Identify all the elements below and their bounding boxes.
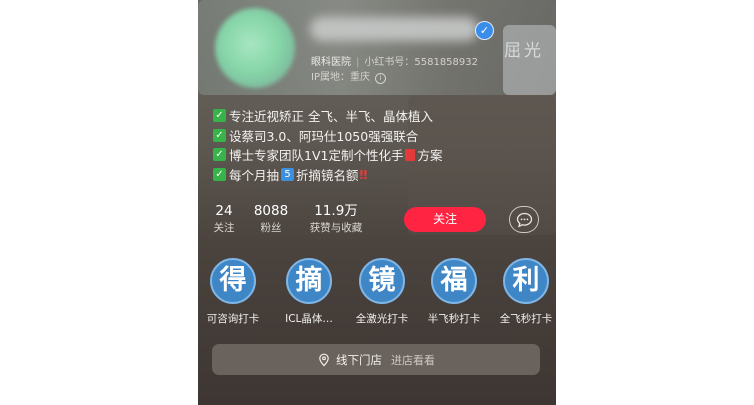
red-book-emoji-icon <box>405 148 416 161</box>
chat-bubble-icon <box>516 212 533 228</box>
bio-text: 方案 <box>417 148 443 164</box>
location-pin-icon <box>319 353 329 366</box>
category-label: 眼科医院 <box>311 57 351 68</box>
stat-label: 粉丝 <box>260 222 282 234</box>
avatar[interactable] <box>215 8 295 88</box>
keycap-five-emoji-icon: 5 <box>281 167 295 181</box>
store-subtitle: 进店看看 <box>391 353 435 367</box>
stat-label: 获赞与收藏 <box>309 222 363 234</box>
ip-location: IP属地：重庆 i <box>311 68 386 84</box>
collection-tile[interactable]: 得 可咨询打卡 <box>202 258 264 326</box>
collection-cover: 福 <box>431 258 477 304</box>
stat-likes-and-saves[interactable]: 11.9万 获赞与收藏 <box>303 202 369 236</box>
stat-value: 24 <box>215 203 233 219</box>
double-exclamation-emoji-icon: ‼ <box>359 166 368 182</box>
offline-store-bar[interactable]: 线下门店 进店看看 <box>212 344 540 375</box>
bio-text: 每个月抽 <box>229 167 280 183</box>
bio-text: 博士专家团队1V1定制个性化手 <box>229 148 404 164</box>
bio: ✓ 专注近视矫正 全飞、半飞、晶体植入 ✓ 设蔡司3.0、阿玛仕1050强强联合 ✓… <box>213 106 543 184</box>
collection-cover: 得 <box>210 258 256 304</box>
check-mark-icon: ✓ <box>213 128 226 142</box>
account-meta: 眼科医院 | 小红书号：5581858932 <box>311 57 478 68</box>
verified-badge-icon: ✓ <box>475 21 494 40</box>
collection-cover: 镜 <box>359 258 405 304</box>
collection-cover: 摘 <box>286 258 332 304</box>
rednote-id[interactable]: 小红书号：5581858932 <box>364 57 478 68</box>
ip-location-text: IP属地：重庆 <box>311 72 370 83</box>
collection-label: 半飞秒打卡 <box>427 313 481 325</box>
follow-button[interactable]: 关注 <box>404 207 486 232</box>
info-icon[interactable]: i <box>374 73 386 84</box>
background-sign-text: 屈光 <box>504 41 544 61</box>
check-mark-icon: ✓ <box>213 167 226 181</box>
check-mark-icon: ✓ <box>213 148 226 162</box>
account-name-blurred <box>310 17 478 41</box>
collection-label: 可咨询打卡 <box>206 313 260 325</box>
bio-line: ✓ 博士专家团队1V1定制个性化手 方案 <box>213 145 543 165</box>
bio-line: ✓ 专注近视矫正 全飞、半飞、晶体植入 <box>213 106 543 126</box>
stat-following[interactable]: 24 关注 <box>210 202 238 236</box>
collection-tile[interactable]: 福 半飞秒打卡 <box>424 258 484 326</box>
stat-value: 11.9万 <box>314 203 358 219</box>
collection-tile[interactable]: 摘 ICL晶体… <box>278 258 340 326</box>
store-title: 线下门店 <box>336 352 382 367</box>
profile-screen: 屈光 ✓ 眼科医院 | 小红书号：5581858932 IP属地：重庆 i ✓ 专注近视… <box>198 0 556 405</box>
collection-label: 全飞秒打卡 <box>499 313 553 325</box>
stat-label: 关注 <box>213 222 235 234</box>
stat-value: 8088 <box>253 203 289 219</box>
bio-text: 折摘镜名额 <box>296 167 359 183</box>
check-mark-icon: ✓ <box>213 109 226 123</box>
message-button[interactable] <box>509 206 539 233</box>
collection-label: ICL晶体… <box>285 313 333 325</box>
collection-tile[interactable]: 利 全飞秒打卡 <box>496 258 556 326</box>
collection-tile[interactable]: 镜 全激光打卡 <box>347 258 417 326</box>
stat-fans[interactable]: 8088 粉丝 <box>249 202 293 236</box>
bio-text: 设蔡司3.0、阿玛仕1050强强联合 <box>229 128 419 144</box>
collection-cover: 利 <box>503 258 549 304</box>
bio-text: 专注近视矫正 全飞、半飞、晶体植入 <box>229 109 433 125</box>
bio-line: ✓ 每个月抽 5 折摘镜名额 ‼ <box>213 165 543 185</box>
bio-line: ✓ 设蔡司3.0、阿玛仕1050强强联合 <box>213 126 543 146</box>
collection-label: 全激光打卡 <box>355 313 409 325</box>
